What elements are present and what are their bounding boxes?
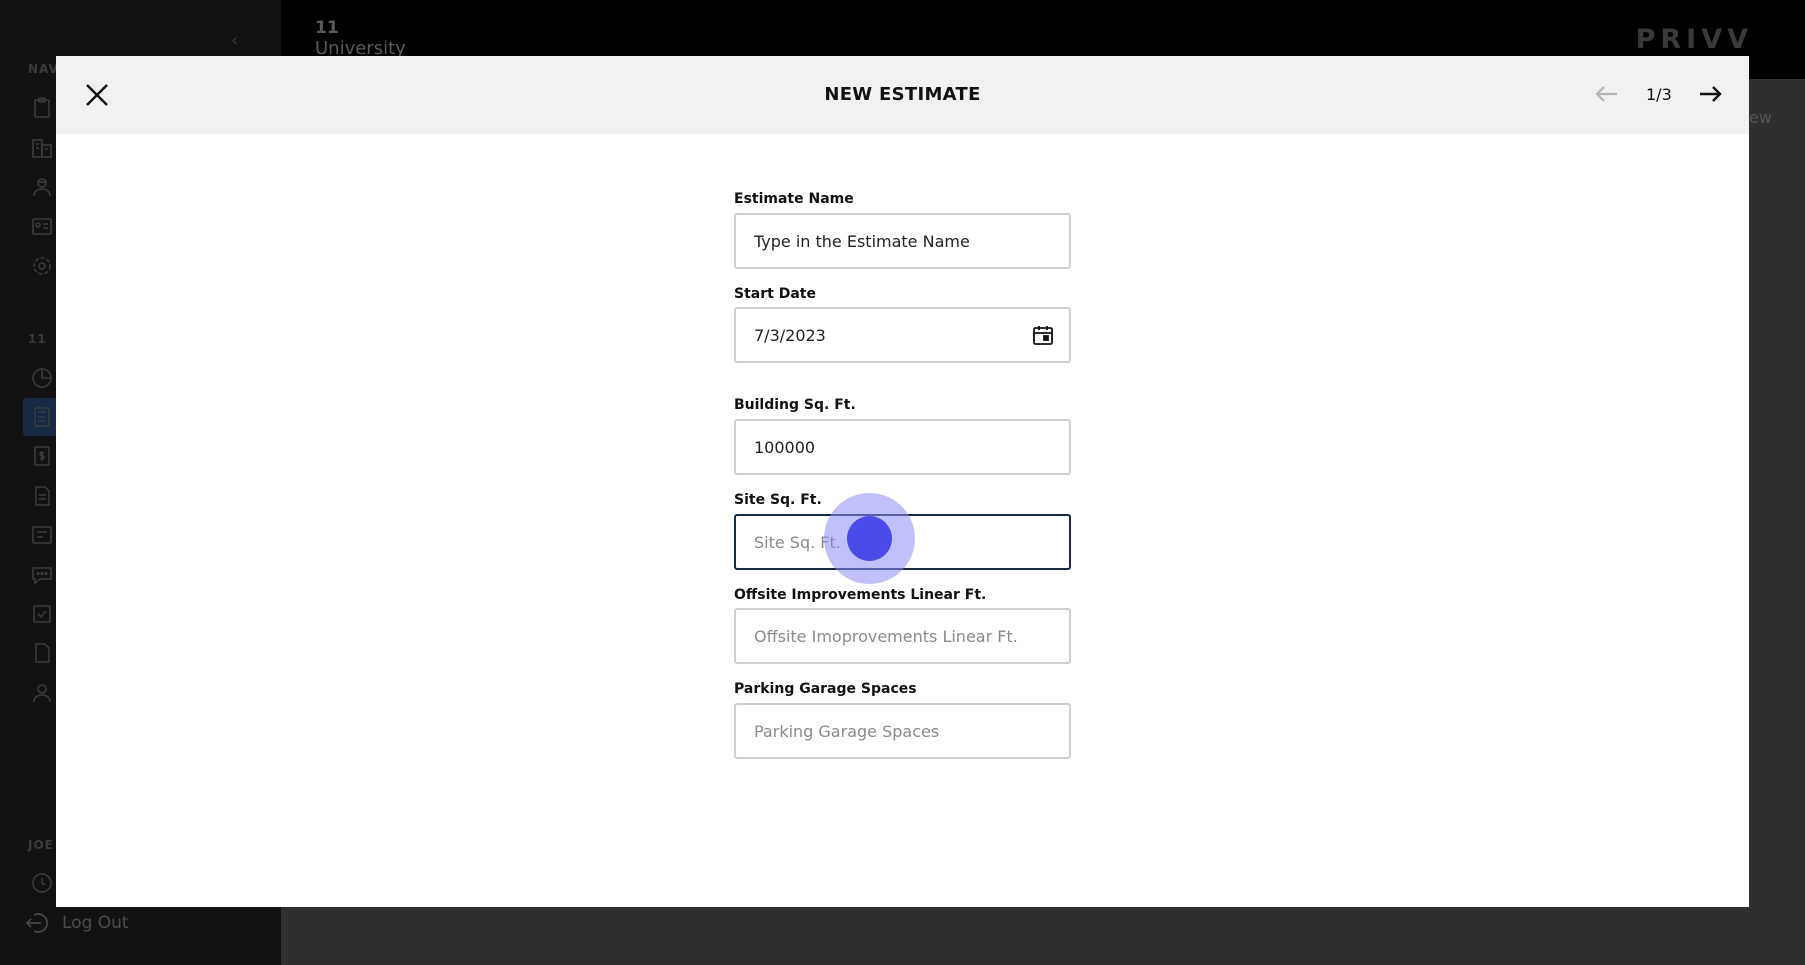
document-icon[interactable]: [30, 484, 54, 508]
file-icon[interactable]: [30, 641, 54, 665]
dollar-icon[interactable]: [30, 444, 54, 468]
worker-icon[interactable]: [30, 175, 54, 199]
building-sqft-input[interactable]: [754, 437, 1051, 457]
pie-chart-icon[interactable]: [30, 366, 54, 390]
logout-label: Log Out: [62, 913, 129, 933]
clock-icon[interactable]: [30, 871, 54, 895]
logout-button[interactable]: Log Out: [24, 910, 129, 936]
sidebar-section-user: JOE: [28, 838, 54, 852]
buildings-icon[interactable]: [30, 136, 54, 160]
start-date-input[interactable]: [754, 325, 1051, 345]
arrow-left-icon[interactable]: [1593, 82, 1621, 106]
page-indicator: 1/3: [1646, 85, 1672, 104]
estimate-name-input[interactable]: [754, 231, 1051, 251]
sidebar-section-nav: NAV: [28, 62, 59, 76]
background-link[interactable]: ew: [1749, 108, 1772, 127]
offsite-linear-ft-label: Offsite Improvements Linear Ft.: [734, 587, 987, 603]
logout-icon: [25, 913, 48, 933]
building-sqft-field[interactable]: [734, 419, 1071, 475]
offsite-linear-ft-input[interactable]: [754, 626, 1051, 646]
contact-card-icon[interactable]: [30, 214, 54, 238]
site-sqft-label: Site Sq. Ft.: [734, 492, 822, 508]
checkbox-icon[interactable]: [30, 602, 54, 626]
project-number: 11: [315, 18, 339, 38]
parking-spaces-field[interactable]: [734, 703, 1071, 759]
building-sqft-label: Building Sq. Ft.: [734, 397, 856, 413]
arrow-right-icon[interactable]: [1696, 82, 1724, 106]
start-date-label: Start Date: [734, 286, 816, 302]
new-estimate-modal: NEW ESTIMATE 1/3: [56, 56, 1749, 907]
chat-icon[interactable]: [30, 563, 54, 587]
parking-spaces-label: Parking Garage Spaces: [734, 681, 917, 697]
sidebar-section-project: 11: [28, 332, 47, 346]
brand-logo: PRIVV: [1635, 24, 1753, 55]
site-sqft-field[interactable]: [734, 514, 1071, 570]
estimate-name-label: Estimate Name: [734, 191, 854, 207]
start-date-field[interactable]: [734, 307, 1071, 363]
calendar-icon[interactable]: [1031, 323, 1055, 347]
estimate-name-field[interactable]: [734, 213, 1071, 269]
gear-icon[interactable]: [30, 254, 54, 278]
clipboard-icon[interactable]: [30, 96, 54, 120]
parking-spaces-input[interactable]: [754, 721, 1051, 741]
offsite-linear-ft-field[interactable]: [734, 608, 1071, 664]
modal-title: NEW ESTIMATE: [824, 84, 981, 105]
calculator-icon[interactable]: [30, 405, 54, 429]
collapse-sidebar-icon[interactable]: ‹: [231, 30, 238, 51]
modal-header: NEW ESTIMATE 1/3: [56, 56, 1749, 134]
list-panel-icon[interactable]: [30, 523, 54, 547]
site-sqft-input[interactable]: [754, 532, 1051, 552]
user-icon[interactable]: [30, 681, 54, 705]
